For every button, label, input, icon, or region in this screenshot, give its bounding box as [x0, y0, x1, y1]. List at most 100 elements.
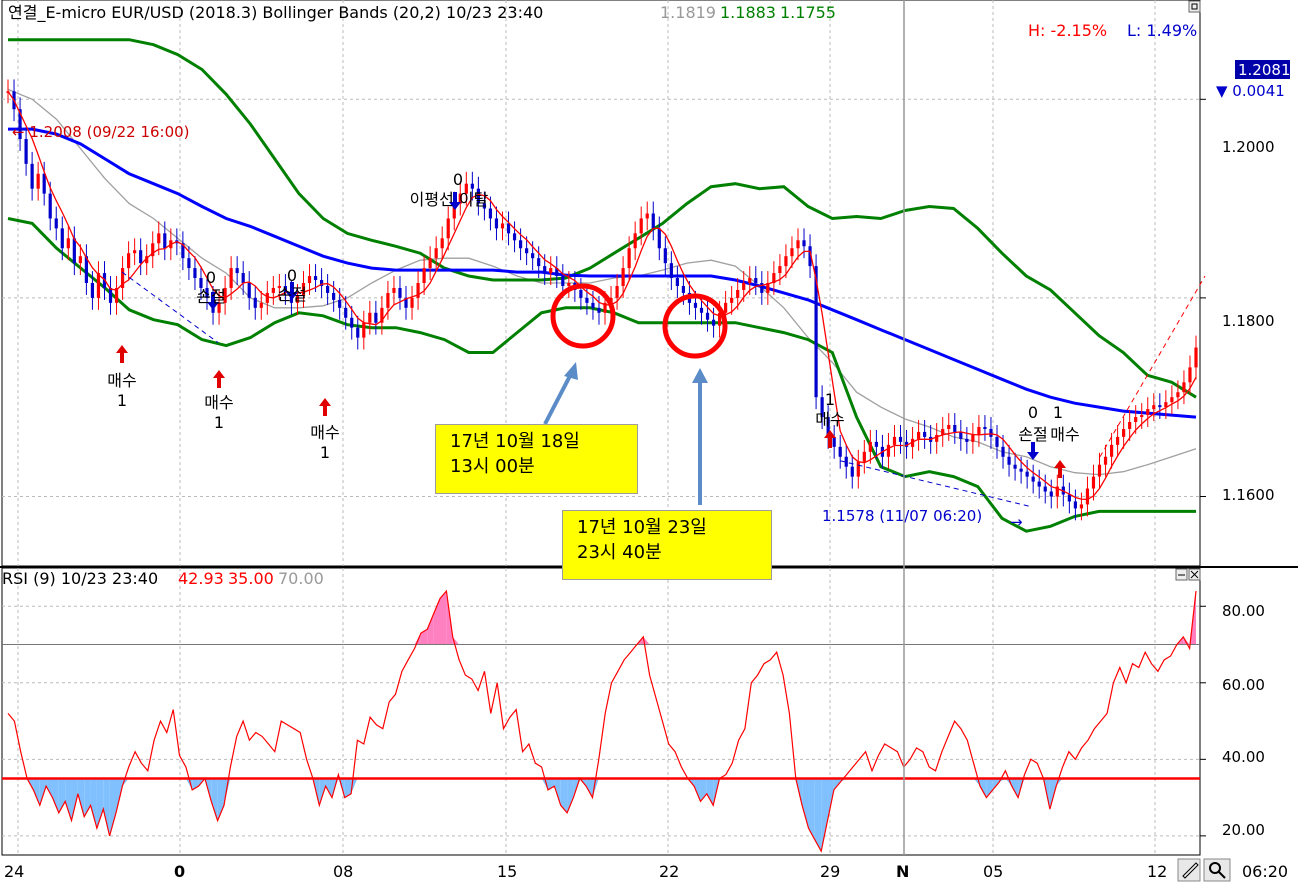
candle-body [1037, 481, 1041, 487]
chart-canvas: 매수1손절0매수1손절0매수1이평선 이탈0매수1손절0매수1 연결_E-mic… [0, 0, 1298, 882]
candle-body [512, 233, 517, 241]
candle-body [344, 307, 348, 318]
rsi-oversold-fill [567, 778, 574, 813]
candle-body [368, 312, 372, 323]
candle-body [615, 285, 619, 298]
rsi-overbought-fill [440, 590, 447, 645]
x-label-12: 12 [1147, 862, 1167, 881]
price-header-value-1: 1.1819 [660, 3, 716, 22]
candle-body [1007, 456, 1011, 465]
candle-body [54, 218, 58, 229]
candle-body [947, 424, 951, 429]
candle-body [187, 258, 191, 269]
candle-body [1158, 405, 1162, 408]
candle-body [253, 297, 257, 308]
candle-body [133, 250, 137, 254]
rsi-pane-minimize-icon[interactable] [1175, 568, 1188, 581]
rsi-pane-close-icon[interactable] [1188, 568, 1201, 581]
candle-body [971, 434, 975, 442]
candle-body [525, 248, 529, 254]
candle-body [1025, 471, 1029, 477]
candle-body [1073, 501, 1077, 509]
x-label-24: 24 [4, 862, 24, 881]
signal-label: 매수 [204, 393, 233, 412]
candle-body [139, 250, 143, 264]
candle-body [711, 319, 716, 326]
buy-arrow-icon [213, 370, 225, 388]
candle-body [778, 266, 782, 274]
signal-label: 매수 [107, 371, 136, 390]
signal-top-count: 0 [1028, 403, 1038, 422]
candle-body [886, 444, 891, 457]
candle-body [850, 466, 854, 477]
signal-label: 손절 [1018, 425, 1047, 444]
candle-body [724, 302, 728, 313]
candle-body [681, 285, 686, 293]
candle-body [265, 292, 269, 303]
candle-body [434, 248, 438, 259]
candle-body [549, 268, 553, 274]
candle-body [271, 287, 275, 293]
candle-body [1170, 397, 1174, 403]
candle-body [163, 233, 167, 249]
candle-body [693, 302, 698, 308]
candle-body [531, 253, 535, 259]
candle-body [1194, 347, 1198, 368]
signal-count: 1 [320, 443, 330, 462]
candle-body [326, 285, 330, 293]
candle-body [108, 287, 113, 303]
candle-body [1091, 476, 1096, 489]
candle-body [157, 233, 161, 244]
x-label-29: 29 [820, 862, 840, 881]
candle-body [874, 441, 878, 447]
candle-body [48, 193, 52, 219]
signal-label: 매수 [815, 410, 844, 429]
candle-body [338, 299, 342, 308]
candle-body [579, 289, 583, 298]
candle-body [832, 436, 836, 447]
candle-body [567, 283, 571, 286]
candle-body [1152, 405, 1156, 410]
candle-body [356, 327, 360, 338]
signal-top-count: 0 [287, 266, 297, 285]
candle-body [307, 276, 312, 283]
price-tick-1: 1.2000 [1222, 138, 1275, 156]
rsi-pane-frame [1, 567, 1201, 856]
candle-body [241, 273, 245, 283]
note-2-line-1: 17년 10월 23일 [577, 517, 707, 538]
candle-body [862, 451, 866, 462]
candle-body [1013, 464, 1017, 469]
candle-body [995, 436, 999, 447]
candle-body [90, 283, 95, 298]
candle-body [1146, 409, 1150, 416]
candle-body [585, 297, 589, 303]
candle-body [796, 240, 800, 249]
candle-body [1049, 491, 1053, 497]
rsi-oversold-fill [211, 778, 218, 821]
candle-body [699, 307, 704, 313]
trend-line-1 [121, 271, 219, 343]
candle-body [1085, 488, 1090, 505]
candle-body [96, 273, 101, 298]
last-price-value: 1.2081 [1238, 61, 1291, 79]
price-pane-maximize-icon[interactable] [1188, 0, 1201, 13]
zoom-icon[interactable] [1203, 858, 1231, 882]
candle-body [916, 431, 921, 439]
candle-body [736, 289, 740, 298]
rsi-oversold-fill [821, 778, 828, 852]
candle-body [663, 248, 667, 264]
candle-body [1182, 382, 1186, 393]
candle-body [1097, 464, 1102, 477]
candle-body [977, 426, 981, 435]
rsi-oversold-fill [706, 778, 714, 806]
signal-label: 이평선 이탈 [410, 190, 489, 209]
draw-tool-icon[interactable] [1177, 858, 1201, 882]
candle-body [259, 302, 263, 308]
rsi-oversold-fill [109, 778, 116, 836]
candle-body [66, 238, 70, 249]
trend-line-3 [1099, 275, 1206, 458]
rsi-value-1: 42.93 [178, 569, 224, 588]
buy-arrow-icon [116, 345, 128, 363]
buy-arrow-icon [319, 398, 331, 416]
rsi-oversold-fill [560, 778, 568, 813]
